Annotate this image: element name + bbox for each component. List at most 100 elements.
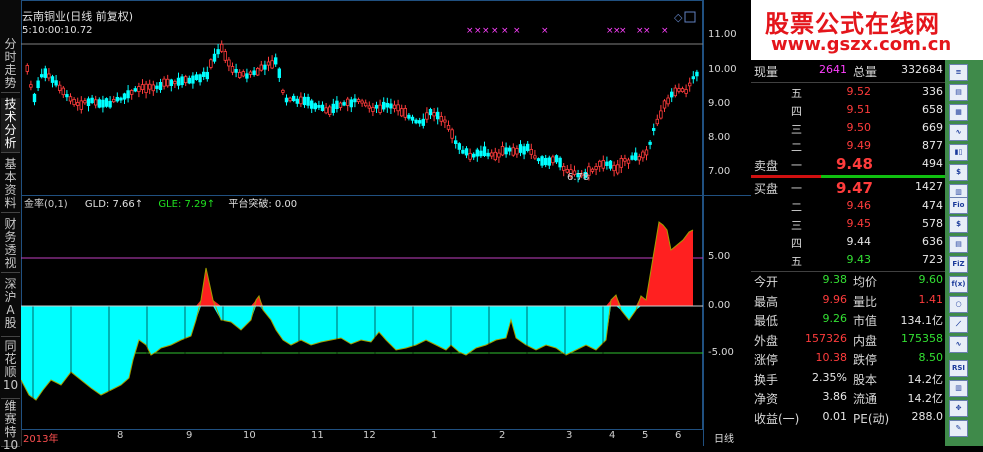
right-toolbar: ≡ ▤ ▦ ∿ ▮▯ $ ▥ Fio $ ▤ FiZ f(x) ○ ⟋ ∿ RS… bbox=[945, 60, 983, 446]
indicator-tick: -5.00 bbox=[708, 347, 734, 358]
candle-body bbox=[515, 148, 519, 155]
indicator-header: 金率(0,1) GLD: 7.66↑ GLE: 7.29↑ 平台突破: 0.00 bbox=[24, 195, 297, 210]
candle-body bbox=[623, 158, 627, 162]
candle-body bbox=[403, 107, 407, 118]
ask-price: 9.51 bbox=[846, 103, 872, 116]
document-icon[interactable]: ▤ bbox=[949, 84, 968, 101]
bid-price: 9.45 bbox=[846, 217, 872, 230]
tab-fundamentals[interactable]: 基本资料 bbox=[1, 158, 20, 213]
candle-body bbox=[324, 107, 328, 114]
time-tick: 12 bbox=[363, 430, 376, 441]
candle-body bbox=[605, 161, 609, 166]
fiz-icon[interactable]: FiZ bbox=[949, 256, 968, 273]
formula-icon[interactable]: f(x) bbox=[949, 276, 968, 293]
ask-price: 9.50 bbox=[846, 121, 872, 134]
buy-side-title: 买盘 bbox=[754, 182, 779, 196]
bid-row[interactable]: 三 9.45 578 bbox=[751, 217, 945, 235]
bars-icon[interactable]: ▥ bbox=[949, 380, 968, 397]
current-vol-value: 2641 bbox=[819, 63, 847, 76]
candle-body bbox=[536, 158, 541, 162]
tab-wst10[interactable]: 维赛特10 bbox=[1, 400, 20, 452]
bid-row[interactable]: 五 9.43 723 bbox=[751, 253, 945, 271]
ask-row[interactable]: 三 9.50 669 bbox=[751, 121, 945, 139]
time-tick: 1 bbox=[431, 430, 438, 441]
candle-body bbox=[50, 76, 55, 83]
candle-body bbox=[68, 96, 73, 102]
stat-label: 收益(一) bbox=[754, 411, 800, 426]
bid-row-best[interactable]: 买盘 一 9.47 1427 bbox=[751, 179, 945, 198]
stat-label: 净资 bbox=[754, 392, 779, 406]
report-icon[interactable]: ▤ bbox=[949, 236, 968, 253]
line-chart-icon[interactable]: ∿ bbox=[949, 124, 968, 141]
quote-panel: 现量 2641 总量 332684 五 9.52 336 四 9.51 658 … bbox=[751, 60, 945, 446]
candle-body bbox=[227, 59, 231, 67]
candle-body bbox=[130, 90, 134, 95]
stat-value: 175358 bbox=[901, 331, 943, 345]
candle-body bbox=[180, 76, 184, 86]
ask-row[interactable]: 四 9.51 658 bbox=[751, 103, 945, 121]
tab-financials[interactable]: 财务透视 bbox=[1, 218, 20, 273]
candle-body bbox=[601, 160, 605, 169]
tab-ths10[interactable]: 同花顺10 bbox=[1, 340, 20, 399]
tab-technical[interactable]: 技术分析 bbox=[1, 98, 20, 153]
time-tick: 11 bbox=[311, 430, 324, 441]
ask-row-best[interactable]: 卖盘 一 9.48 494 bbox=[751, 155, 945, 175]
time-tick: 8 bbox=[117, 430, 124, 441]
fio-icon[interactable]: Fio bbox=[949, 197, 968, 214]
candle-body bbox=[461, 149, 465, 154]
event-marker: × bbox=[513, 26, 521, 36]
candle-body bbox=[137, 86, 141, 93]
current-vol-label: 现量 bbox=[754, 65, 779, 79]
stat-label: 市值 bbox=[853, 314, 878, 328]
candle-body bbox=[525, 143, 530, 151]
grid-icon[interactable]: ▦ bbox=[949, 104, 968, 121]
money-icon[interactable]: $ bbox=[949, 164, 968, 181]
time-tick: 4 bbox=[609, 430, 616, 441]
rsi-icon[interactable]: RSI bbox=[949, 360, 968, 377]
ask-row[interactable]: 五 9.52 336 bbox=[751, 85, 945, 103]
dollar-icon[interactable]: $ bbox=[949, 216, 968, 233]
volume-row: 现量 2641 总量 332684 bbox=[751, 63, 945, 81]
bid-row[interactable]: 二 9.46 474 bbox=[751, 199, 945, 217]
period-label[interactable]: 日线 bbox=[714, 430, 734, 445]
candle-body bbox=[479, 150, 483, 157]
candle-body bbox=[691, 76, 695, 80]
stat-label: 股本 bbox=[853, 372, 878, 387]
ask-price: 9.49 bbox=[846, 139, 872, 152]
stat-value: 14.2亿 bbox=[907, 392, 944, 405]
candle-body bbox=[590, 168, 595, 172]
tab-shsz-a-shares[interactable]: 深沪A股 bbox=[1, 278, 20, 337]
stat-value: 1.41 bbox=[918, 292, 944, 306]
candle-body bbox=[626, 159, 631, 164]
candle-body bbox=[345, 98, 350, 106]
candle-body bbox=[25, 65, 29, 72]
pencil-icon[interactable]: ✎ bbox=[949, 420, 968, 437]
candle-body bbox=[273, 57, 278, 65]
candle-body bbox=[551, 156, 555, 164]
bid-row[interactable]: 四 9.44 636 bbox=[751, 235, 945, 253]
trend-icon[interactable]: ⟋ bbox=[949, 316, 968, 333]
candle-body bbox=[151, 84, 155, 92]
list-icon[interactable]: ≡ bbox=[949, 64, 968, 81]
stat-value: 9.38 bbox=[822, 273, 848, 286]
ask-price-best: 9.48 bbox=[835, 155, 873, 173]
candle-body bbox=[205, 71, 209, 80]
candle-body bbox=[101, 99, 105, 108]
ask-volume: 336 bbox=[922, 85, 943, 98]
circle-icon[interactable]: ○ bbox=[949, 296, 968, 313]
move-icon[interactable]: ✥ bbox=[949, 400, 968, 417]
candle-body bbox=[79, 100, 83, 110]
tab-intraday[interactable]: 分时走势 bbox=[1, 38, 20, 93]
candle-body bbox=[544, 157, 548, 166]
stat-label: PE(动) bbox=[853, 411, 890, 426]
candle-body bbox=[295, 98, 299, 104]
candle-body bbox=[176, 77, 181, 86]
kline-chart[interactable]: × × × × × × × × ×× × × × 6.78 ◇ bbox=[21, 0, 703, 430]
candle-body bbox=[119, 97, 123, 101]
bid-volume: 723 bbox=[922, 253, 943, 266]
time-tick: 9 bbox=[186, 430, 193, 441]
candle-icon[interactable]: ▮▯ bbox=[949, 144, 968, 161]
candle-body bbox=[104, 98, 109, 107]
candle-body bbox=[342, 102, 346, 106]
wave-icon[interactable]: ∿ bbox=[949, 336, 968, 353]
